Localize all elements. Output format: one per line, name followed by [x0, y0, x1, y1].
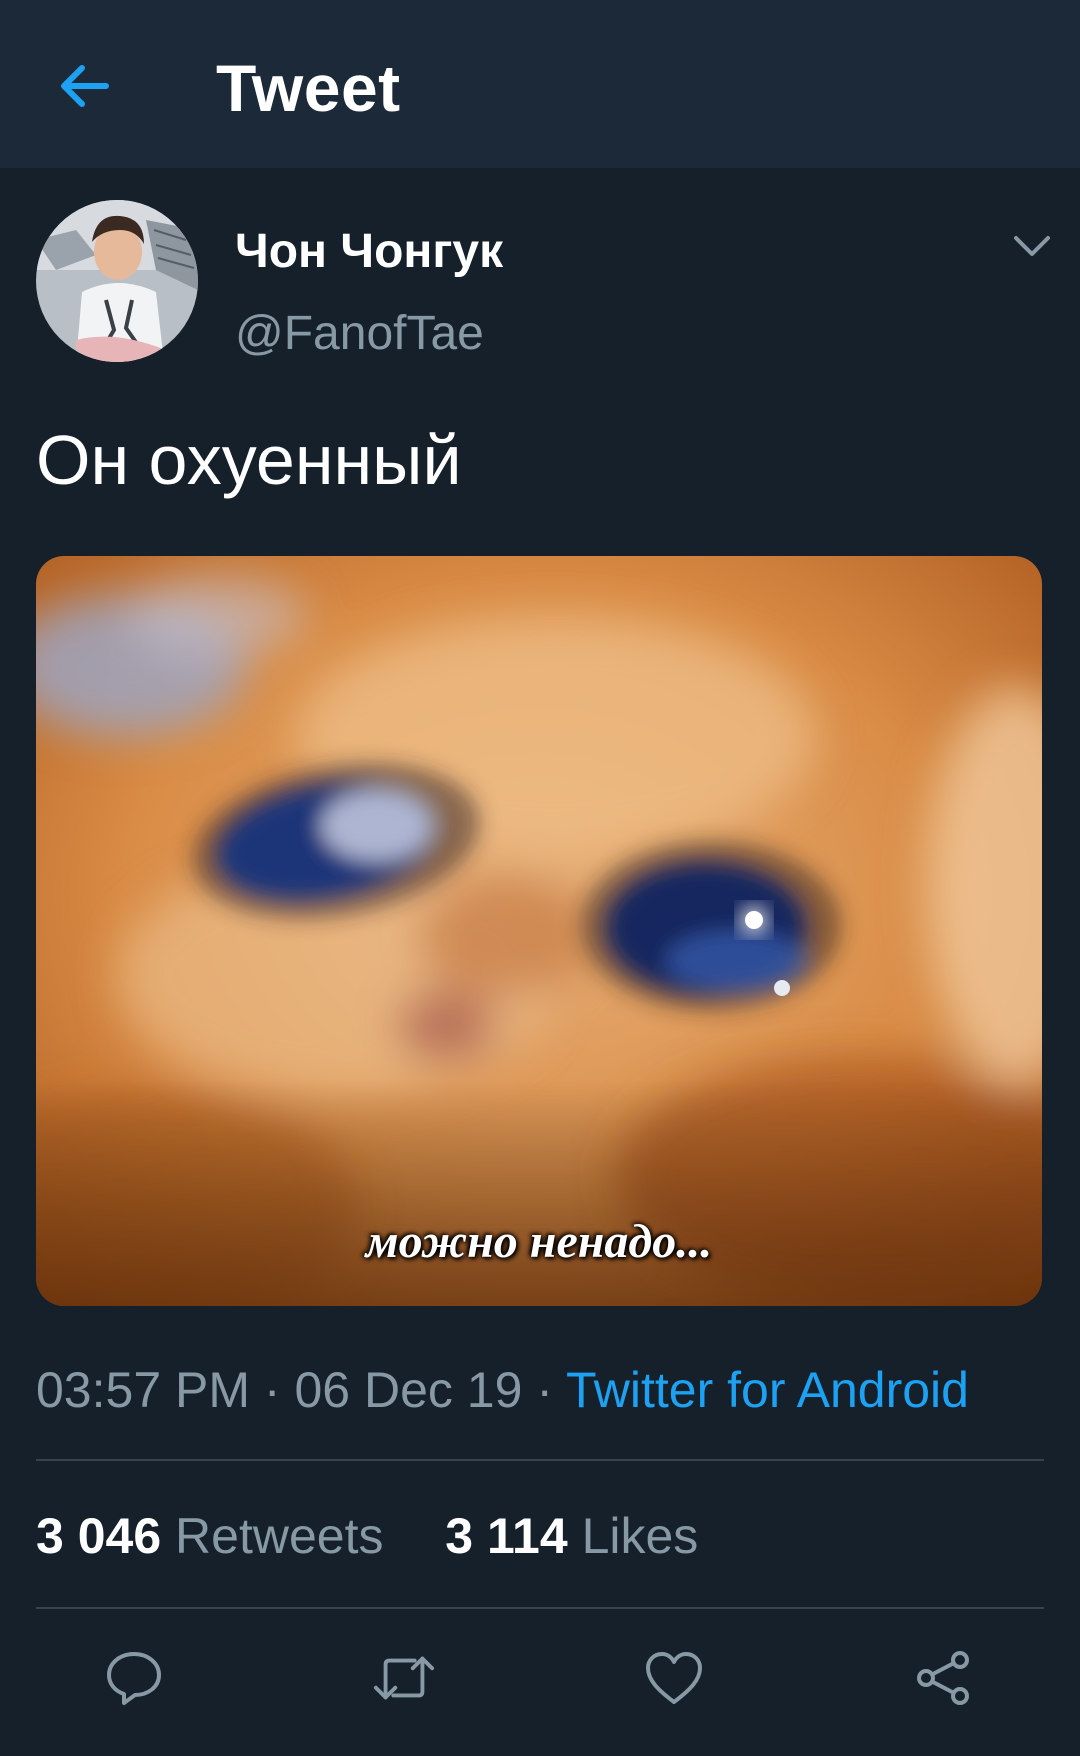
chevron-down-icon — [1014, 236, 1050, 256]
display-name[interactable]: Чон Чонгук — [235, 222, 503, 282]
tweet-media-image[interactable]: можно ненадо... — [36, 556, 1042, 1306]
page-title: Tweet — [216, 51, 401, 125]
divider — [36, 1607, 1044, 1609]
engagement-stats: 3 046 Retweets 3 114 Likes — [36, 1504, 698, 1568]
tweet-time: 03:57 PM — [36, 1362, 251, 1418]
retweet-button[interactable] — [372, 1646, 436, 1710]
reply-icon — [107, 1652, 161, 1705]
top-app-bar: Tweet — [0, 0, 1080, 168]
share-icon — [917, 1651, 969, 1705]
avatar[interactable] — [36, 200, 198, 362]
meta-separator: · — [536, 1362, 553, 1418]
media-caption: можно ненадо... — [365, 1215, 713, 1268]
tweet-text: Он охуенный — [36, 421, 462, 499]
meta-separator: · — [263, 1362, 281, 1418]
user-handle[interactable]: @FanofTae — [235, 304, 484, 364]
retweets-count: 3 046 — [36, 1508, 162, 1564]
retweet-icon — [373, 1656, 435, 1700]
back-button[interactable] — [56, 58, 112, 114]
tweet-source-link[interactable]: Twitter for Android — [566, 1362, 969, 1418]
like-button[interactable] — [642, 1646, 706, 1710]
arrow-left-icon — [61, 65, 109, 107]
tweet-meta: 03:57 PM · 06 Dec 19 · Twitter for Andro… — [36, 1358, 969, 1422]
tweet-options-button[interactable] — [1010, 228, 1054, 264]
like-icon — [646, 1652, 702, 1704]
share-button[interactable] — [912, 1646, 976, 1710]
retweets-stat[interactable]: 3 046 Retweets — [36, 1508, 397, 1564]
retweets-label: Retweets — [175, 1508, 384, 1564]
tweet-date: 06 Dec 19 — [294, 1362, 523, 1418]
likes-stat[interactable]: 3 114 Likes — [431, 1508, 698, 1564]
likes-count: 3 114 — [445, 1508, 568, 1564]
likes-label: Likes — [581, 1508, 699, 1564]
reply-button[interactable] — [102, 1646, 166, 1710]
divider — [36, 1459, 1044, 1461]
